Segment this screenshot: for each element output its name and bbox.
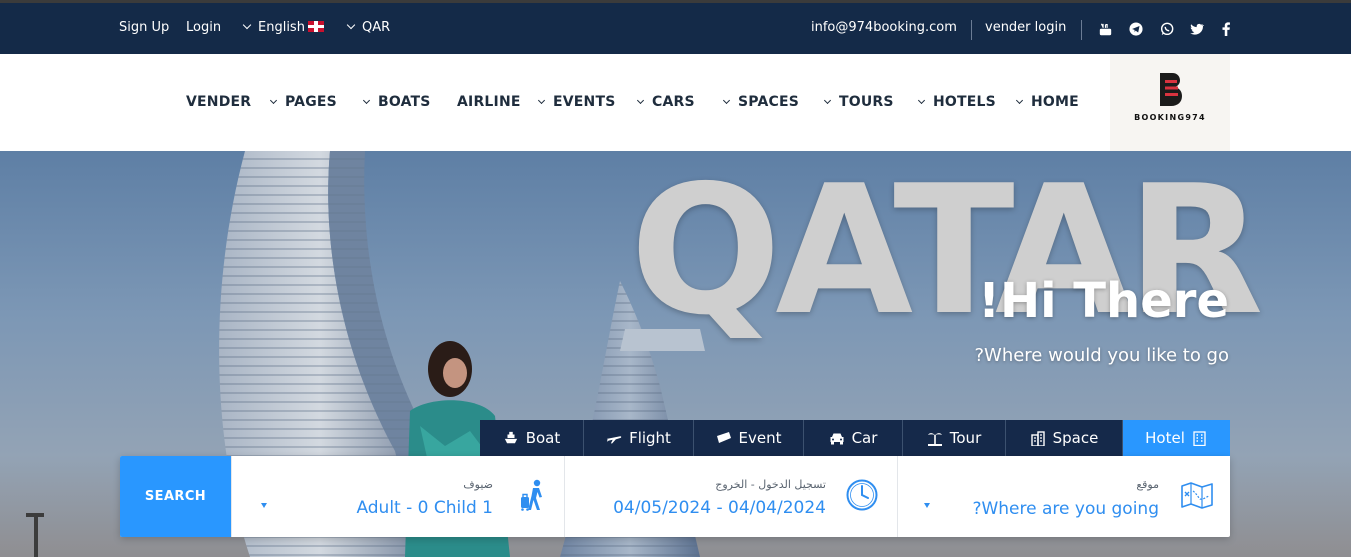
tab-tour[interactable]: Tour xyxy=(903,420,1006,456)
nav-label: PAGES xyxy=(285,94,337,110)
nav-label: SPACES xyxy=(738,94,800,110)
chevron-down-icon xyxy=(269,96,278,105)
nav-label: HOME xyxy=(1031,94,1079,110)
chevron-down-icon xyxy=(823,96,832,105)
guests-field[interactable]: ضيوف Adult - 0 Child 1 xyxy=(231,456,564,537)
search-button[interactable]: SEARCH xyxy=(120,456,231,537)
tab-car[interactable]: Car xyxy=(804,420,903,456)
logo-text: BOOKING974 xyxy=(1134,113,1206,122)
tab-event[interactable]: Event xyxy=(694,420,804,456)
nav-label: CARS xyxy=(652,94,695,110)
tab-flight[interactable]: Flight xyxy=(584,420,694,456)
logo-mark-icon xyxy=(1160,73,1182,106)
nav-label: BOATS xyxy=(378,94,431,110)
nav-item-events[interactable]: EVENTS xyxy=(537,94,616,110)
map-icon xyxy=(1181,482,1213,509)
contact-email-link[interactable]: info@974booking.com xyxy=(811,19,957,37)
tab-label: Space xyxy=(1052,429,1099,447)
signup-link[interactable]: Sign Up xyxy=(119,19,169,37)
booking-type-tabs: Boat Flight Event Car Tour Space Hotel xyxy=(480,420,1230,456)
uk-flag-icon xyxy=(307,21,324,32)
chevron-down-icon xyxy=(346,20,356,30)
nav-item-spaces[interactable]: SPACES xyxy=(722,94,800,110)
traveler-icon xyxy=(521,479,542,511)
search-panel: SEARCH ضيوف Adult - 0 Child 1 تسجيل الدخ… xyxy=(120,456,1230,537)
tab-label: Boat xyxy=(525,429,561,447)
location-value: ?Where are you going xyxy=(972,499,1159,519)
building-icon xyxy=(1030,430,1046,446)
island-icon xyxy=(927,430,943,446)
hero-subtitle: ?Where would you like to go xyxy=(974,345,1229,366)
nav-item-pages[interactable]: PAGES xyxy=(269,94,337,110)
whatsapp-icon[interactable] xyxy=(1160,22,1174,36)
nav-item-boats[interactable]: BOATS xyxy=(362,94,431,110)
currency-selector[interactable]: QAR xyxy=(346,19,391,37)
ticket-icon xyxy=(716,430,732,446)
plane-icon xyxy=(606,430,622,446)
nav-label: EVENTS xyxy=(553,94,616,110)
nav-label: VENDER xyxy=(186,94,252,110)
dates-field[interactable]: تسجيل الدخول - الخروج 04/05/2024 - 04/04… xyxy=(564,456,897,537)
ship-icon xyxy=(503,430,519,446)
divider xyxy=(1081,20,1082,40)
location-field[interactable]: موقع ?Where are you going xyxy=(897,456,1230,537)
tab-label: Tour xyxy=(949,429,982,447)
location-label: موقع xyxy=(1136,478,1159,491)
guests-value: Adult - 0 Child 1 xyxy=(356,498,493,518)
telegram-icon[interactable] xyxy=(1129,22,1143,36)
clock-icon xyxy=(846,479,878,511)
language-selector[interactable]: English xyxy=(242,19,324,37)
hero-greeting: !Hi There xyxy=(978,273,1229,329)
tab-boat[interactable]: Boat xyxy=(480,420,584,456)
chevron-down-icon xyxy=(242,20,252,30)
login-link[interactable]: Login xyxy=(186,19,221,37)
nav-item-home[interactable]: HOME xyxy=(1015,94,1079,110)
language-label: English xyxy=(258,20,305,35)
tab-label: Hotel xyxy=(1145,429,1185,447)
nav-item-tours[interactable]: TOURS xyxy=(823,94,894,110)
main-navbar: VENDER PAGES BOATS AIRLINE EVENTS CARS S… xyxy=(0,54,1351,151)
guests-label: ضيوف xyxy=(463,478,493,491)
nav-item-hotels[interactable]: HOTELS xyxy=(917,94,996,110)
tab-label: Flight xyxy=(629,429,671,447)
chevron-down-icon xyxy=(917,96,926,105)
facebook-icon[interactable] xyxy=(1219,22,1233,36)
nav-label: TOURS xyxy=(839,94,894,110)
nav-item-airline[interactable]: AIRLINE xyxy=(457,94,521,110)
tab-hotel[interactable]: Hotel xyxy=(1123,420,1230,456)
chevron-down-icon xyxy=(636,96,645,105)
divider xyxy=(971,20,972,40)
dates-value: 04/05/2024 - 04/04/2024 xyxy=(613,498,826,518)
tab-label: Event xyxy=(738,429,782,447)
chevron-down-icon xyxy=(537,96,546,105)
top-bar: Sign Up Login English QAR info@974bookin… xyxy=(0,0,1351,54)
caret-down-icon xyxy=(261,503,267,508)
tab-space[interactable]: Space xyxy=(1006,420,1123,456)
hotel-icon xyxy=(1192,430,1208,446)
nav-label: AIRLINE xyxy=(457,94,521,110)
nav-label: HOTELS xyxy=(933,94,996,110)
hero-section: QATAR !Hi There ?Where would you like to… xyxy=(0,151,1351,557)
chevron-down-icon xyxy=(722,96,731,105)
chevron-down-icon xyxy=(362,96,371,105)
chevron-down-icon xyxy=(1015,96,1024,105)
car-icon xyxy=(829,430,845,446)
caret-down-icon xyxy=(924,503,930,508)
youtube-icon[interactable] xyxy=(1098,22,1112,36)
vender-login-link[interactable]: vender login xyxy=(985,19,1066,37)
site-logo[interactable]: BOOKING974 xyxy=(1110,54,1230,151)
dates-label: تسجيل الدخول - الخروج xyxy=(715,478,826,491)
nav-item-cars[interactable]: CARS xyxy=(636,94,695,110)
tab-label: Car xyxy=(851,429,878,447)
nav-item-vender[interactable]: VENDER xyxy=(186,94,251,110)
twitter-icon[interactable] xyxy=(1190,22,1204,36)
currency-label: QAR xyxy=(362,20,391,35)
